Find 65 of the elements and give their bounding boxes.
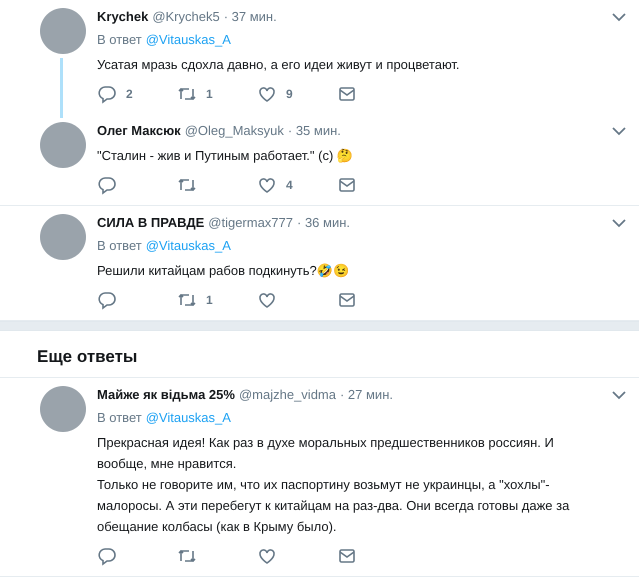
- user-name[interactable]: Майже як відьма 25%: [97, 386, 235, 404]
- action-count: 1: [206, 87, 213, 101]
- action-count: 1: [206, 293, 213, 307]
- like-button[interactable]: [257, 546, 277, 566]
- reply-label: В ответ: [97, 31, 142, 49]
- reply-icon: [97, 84, 117, 104]
- message-button[interactable]: [337, 175, 357, 195]
- user-name[interactable]: СИЛА В ПРАВДЕ: [97, 214, 204, 232]
- tweet-text: Только не говорите им, что их паспортину возьмут не украинцы, а "хохлы"-малоросы. А эти перебегут к китайцам на раз-два. Они всегда готовы даже за обещание колбасы (как в Крыму было).: [97, 476, 570, 536]
- reply-icon: [97, 290, 117, 310]
- reply-label: В ответ: [97, 237, 142, 255]
- reply-icon: [97, 175, 117, 195]
- chevron-down-icon: [611, 12, 627, 22]
- envelope-icon: [337, 290, 357, 310]
- more-options-button[interactable]: [611, 12, 627, 22]
- reply-button[interactable]: [97, 175, 117, 195]
- mention-link[interactable]: @Vitauskas_A: [146, 237, 231, 255]
- heart-icon: [257, 84, 277, 104]
- avatar-placeholder[interactable]: [40, 214, 86, 260]
- tweet-time[interactable]: · 36 мин.: [297, 214, 350, 232]
- more-options-button[interactable]: [611, 218, 627, 228]
- like-button[interactable]: [257, 84, 277, 104]
- section-heading: Еще ответы: [0, 331, 639, 378]
- action-count: 4: [286, 178, 293, 192]
- tweet-time[interactable]: · 35 мин.: [288, 122, 341, 140]
- reply-button[interactable]: [97, 84, 117, 104]
- heart-icon: [257, 290, 277, 310]
- message-button[interactable]: [337, 84, 357, 104]
- user-handle[interactable]: @Oleg_Maksyuk: [184, 122, 284, 140]
- envelope-icon: [337, 84, 357, 104]
- reply-button[interactable]: [97, 546, 117, 566]
- chevron-down-icon: [611, 218, 627, 228]
- user-handle[interactable]: @tigermax777: [208, 214, 294, 232]
- tweet-text: "Сталин - жив и Путиным работает." (с) 🤔: [97, 147, 354, 165]
- user-handle[interactable]: @Krychek5: [152, 8, 220, 26]
- user-handle[interactable]: @majzhe_vidma: [238, 386, 336, 404]
- tweet-text: Решили китайцам рабов подкинуть?🤣😉: [97, 262, 350, 280]
- tweet-text: Усатая мразь сдохла давно, а его идеи живут и процветают.: [97, 56, 461, 74]
- avatar-placeholder[interactable]: [40, 8, 86, 54]
- user-name[interactable]: Krychek: [97, 8, 148, 26]
- message-button[interactable]: [337, 546, 357, 566]
- more-options-button[interactable]: [611, 126, 627, 136]
- mention-link[interactable]: @Vitauskas_A: [146, 31, 231, 49]
- tweet-text: Прекрасная идея! Как раз в духе моральных предшественников россиян. И вообще, мне нравится.: [97, 434, 555, 473]
- heart-icon: [257, 546, 277, 566]
- reply-icon: [97, 546, 117, 566]
- mention-link[interactable]: @Vitauskas_A: [146, 409, 231, 427]
- tweet-time[interactable]: · 27 мин.: [340, 386, 393, 404]
- like-button[interactable]: [257, 290, 277, 310]
- more-options-button[interactable]: [611, 390, 627, 400]
- reply-button[interactable]: [97, 290, 117, 310]
- tweet-time[interactable]: · 37 мин.: [224, 8, 277, 26]
- avatar-placeholder[interactable]: [40, 386, 86, 432]
- chevron-down-icon: [611, 390, 627, 400]
- envelope-icon: [337, 546, 357, 566]
- avatar-placeholder[interactable]: [40, 122, 86, 168]
- action-count: 2: [126, 87, 133, 101]
- chevron-down-icon: [611, 126, 627, 136]
- envelope-icon: [337, 175, 357, 195]
- heart-icon: [257, 175, 277, 195]
- user-name[interactable]: Олег Максюк: [97, 122, 181, 140]
- message-button[interactable]: [337, 290, 357, 310]
- like-button[interactable]: [257, 175, 277, 195]
- reply-label: В ответ: [97, 409, 142, 427]
- action-count: 9: [286, 87, 293, 101]
